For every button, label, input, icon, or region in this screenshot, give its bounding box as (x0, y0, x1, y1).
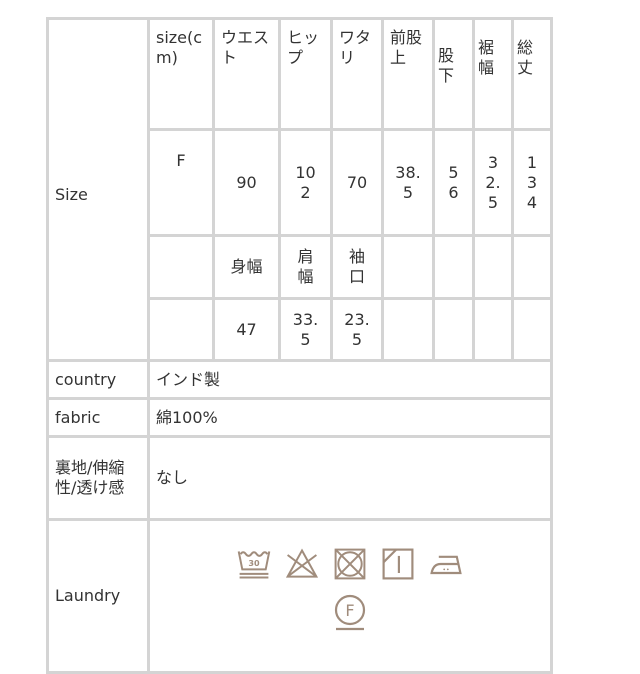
lining-row: 裏地/伸縮性/透け感 なし (46, 435, 553, 521)
sub-val-empty-4 (472, 297, 514, 362)
wash-30-gentle-icon: 30 (237, 551, 271, 579)
value-inseam: 56 (432, 128, 475, 237)
laundry-label: Laundry (46, 518, 150, 674)
sub-val-empty-2 (381, 297, 435, 362)
value-front-rise: 38.5 (381, 128, 435, 237)
country-value: インド製 (147, 359, 553, 400)
header-shoulder-width: 肩幅 (278, 234, 333, 300)
sub-val-empty-5 (511, 297, 553, 362)
laundry-icons-row-2: F (156, 592, 544, 632)
wash-temp-text: 30 (248, 558, 260, 568)
dry-clean-f-gentle-icon: F (334, 594, 366, 631)
sub-val-empty-1 (147, 297, 215, 362)
lining-label: 裏地/伸縮性/透け感 (46, 435, 150, 521)
header-front-rise: 前股上 (381, 17, 435, 131)
lining-value: なし (147, 435, 553, 521)
size-label-cell: Size (46, 17, 150, 362)
header-total-length: 総丈 (511, 17, 553, 131)
value-body-width: 47 (212, 297, 281, 362)
laundry-icons-cell: 30 F (147, 518, 553, 674)
value-size: F (147, 128, 215, 237)
sub-val-empty-3 (432, 297, 475, 362)
value-hem-width: 32.5 (472, 128, 514, 237)
fabric-row: fabric 綿100% (46, 397, 553, 438)
header-inseam: 股下 (432, 17, 475, 131)
sub-empty-1 (147, 234, 215, 300)
fabric-label: fabric (46, 397, 150, 438)
sub-empty-5 (511, 234, 553, 300)
header-size-cm: size(cm) (147, 17, 215, 131)
header-hem-width: 裾幅 (472, 17, 514, 131)
do-not-tumble-dry-icon (334, 548, 366, 580)
laundry-row: Laundry 30 F (46, 518, 553, 674)
value-waist: 90 (212, 128, 281, 237)
value-thigh: 70 (330, 128, 384, 237)
value-shoulder-width: 33.5 (278, 297, 333, 362)
spec-table: Size size(cm) ウエスト ヒップ ワタリ 前股上 股下 裾幅 総丈 … (46, 17, 553, 674)
fabric-value: 綿100% (147, 397, 553, 438)
header-waist: ウエスト (212, 17, 281, 131)
value-total-length: 134 (511, 128, 553, 237)
laundry-icons-row-1: 30 (156, 546, 544, 582)
country-row: country インド製 (46, 359, 553, 400)
country-label: country (46, 359, 150, 400)
sub-empty-2 (381, 234, 435, 300)
size-label: Size (55, 184, 88, 204)
dry-clean-letter: F (345, 601, 354, 620)
header-hip: ヒップ (278, 17, 333, 131)
sub-empty-3 (432, 234, 475, 300)
header-body-width: 身幅 (212, 234, 281, 300)
do-not-bleach-icon (285, 548, 319, 578)
value-cuff: 23.5 (330, 297, 384, 362)
value-hip: 102 (278, 128, 333, 237)
header-cuff: 袖口 (330, 234, 384, 300)
sub-empty-4 (472, 234, 514, 300)
drip-dry-shade-icon (382, 548, 414, 580)
header-thigh: ワタリ (330, 17, 384, 131)
iron-low-icon (430, 555, 462, 575)
header-row: Size size(cm) ウエスト ヒップ ワタリ 前股上 股下 裾幅 総丈 (46, 17, 553, 362)
